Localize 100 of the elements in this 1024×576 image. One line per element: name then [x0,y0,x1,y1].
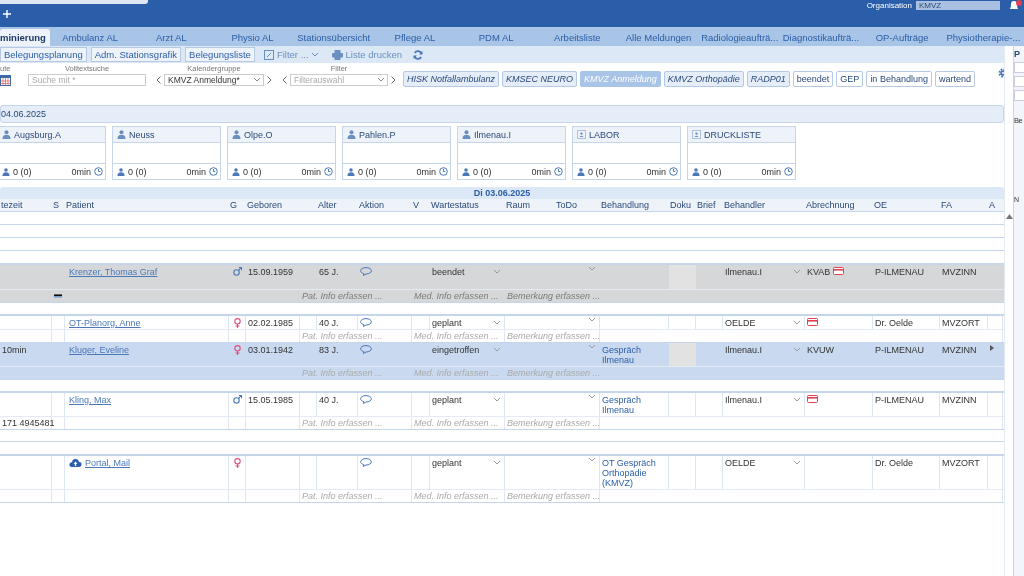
chat-icon[interactable] [360,345,372,354]
practitioner-dropdown[interactable]: OELDE [725,458,802,468]
toolbar-button[interactable]: Belegungsliste [185,47,255,62]
column-header[interactable]: Behandlung [600,200,669,210]
tab[interactable]: Radiologieaufträ... [699,29,781,46]
column-header[interactable]: Wartestatus [430,200,505,210]
patient-row[interactable]: Portal, Mail geplant OT Gespräch Orthopädie (KMVZ) OELDE Dr. Oelde MVZORT Pat. Info erfassen ... Med. Info erfassen ... Bemerkung erfassen ... [0,455,1004,503]
column-header[interactable]: tezeit [0,200,52,210]
practitioner-dropdown[interactable]: Ilmenau.I [725,345,802,355]
tab[interactable]: Stationsübersicht [293,29,375,46]
tab[interactable]: Alle Meldungen [617,29,700,46]
resource-name: Augsburg.A [14,129,62,140]
age-text: 40 J. [319,318,339,328]
filter-tag[interactable]: KMVZ Orthopädie [663,71,744,87]
column-header[interactable]: Doku [669,200,696,210]
unit-text: P-ILMENAU [875,267,924,277]
patient-row[interactable]: 10min Kluger, Eveline 03.01.1942 83 J. eingetroffen Gespräch Ilmenau Ilmenau.I KVUW P-ILMENAU MVZINN Pat. Info erfassen ... Med. Info erfassen ... Bemerkung erfassen ... [0,342,1004,380]
practitioner-dropdown[interactable]: Ilmenau.I [725,395,802,405]
patient-row[interactable]: OT-Planorg, Anne 02.02.1985 40 J. geplant OELDE Dr. Oelde MVZORT Pat. Info erfassen ... Med. Info erfassen ... Bemerkung erfassen ... [0,315,1004,343]
tab[interactable]: Diagnostikaufträ... [780,29,862,46]
column-header[interactable]: G [229,200,246,210]
wait-status-dropdown[interactable]: eingetroffen [432,345,502,355]
column-header[interactable]: FA [940,200,988,210]
tab[interactable]: Physiotherapie-... [942,29,1024,46]
column-header[interactable]: V [412,200,430,210]
previous-icon[interactable] [282,76,287,84]
resource-card[interactable]: LABOR 0 (0) 0min [572,126,681,180]
practitioner-dropdown[interactable]: Ilmenau.I [725,267,802,277]
patient-name-link[interactable]: OT-Planorg, Anne [69,318,141,328]
resource-card[interactable]: Olpe.O 0 (0) 0min [227,126,336,180]
filter-tag[interactable]: in Behandlung [866,71,932,87]
column-header[interactable]: Abrechnung [805,200,873,210]
column-header[interactable]: Geboren [246,200,317,210]
treatment-link[interactable]: Gespräch Ilmenau [602,345,666,365]
column-header[interactable]: Raum [505,200,555,210]
chat-icon[interactable] [360,395,372,404]
column-header[interactable]: S [52,200,65,210]
column-header[interactable]: Alter [317,200,358,210]
tab[interactable]: Arbeitsliste [536,29,618,46]
wait-status-dropdown[interactable]: geplant [432,318,502,328]
chat-icon[interactable] [360,458,372,467]
tab[interactable]: Physio AL [211,29,294,46]
filter-tag[interactable]: HISK Notfallambulanz [403,71,500,87]
tab[interactable]: Arzt AL [130,29,212,46]
bell-icon[interactable] [1008,0,1022,10]
appointment-count: 0 (0) [703,166,722,177]
resource-card[interactable]: Pahlen.P 0 (0) 0min [342,126,451,180]
panel-field[interactable] [1014,62,1024,73]
chat-icon[interactable] [360,318,372,327]
patient-name-link[interactable]: Portal, Mail [85,458,130,468]
filter-tag[interactable]: GEP [836,71,864,87]
chat-icon[interactable] [360,267,372,276]
wait-status-dropdown[interactable]: geplant [432,458,502,468]
resource-card[interactable]: DRUCKLISTE 0 (0) 0min [687,126,796,180]
column-header[interactable]: OE [873,200,940,210]
panel-field[interactable] [1014,90,1024,101]
column-header[interactable]: Brief [696,200,723,210]
column-header[interactable]: Behandler [723,200,805,210]
column-header[interactable]: Aktion [358,200,412,210]
panel-field[interactable] [1014,76,1024,87]
column-header[interactable]: A [988,200,1003,210]
resource-card[interactable]: Ilmenau.I 0 (0) 0min [457,126,566,180]
next-icon[interactable] [391,76,396,84]
patient-row[interactable]: Krenzer, Thomas Graf 15.09.1959 65 J. beendet Ilmenau.I KVAB P-ILMENAU MVZINN Pat. Info erfassen ... Med. Info erfassen ... Bemerkung erfassen ... [0,264,1004,303]
organisation-select[interactable]: KMVZ [916,0,1000,10]
expand-arrow-icon[interactable] [990,345,994,351]
filter-tag[interactable]: RADP01 [746,71,790,87]
tab[interactable]: minierung [0,29,50,46]
search-field[interactable] [0,0,148,4]
add-icon[interactable] [3,10,11,18]
filter-tag[interactable]: KMSEC NEURO [502,71,578,87]
column-header[interactable]: Patient [65,200,229,210]
tab[interactable]: PDM AL [455,29,537,46]
organisation-label: Organisation [866,0,912,10]
tab[interactable]: Ambulanz AL [49,29,131,46]
scroll-up-icon[interactable] [1006,214,1013,219]
filter-tag[interactable]: beendet [792,71,834,87]
patient-row[interactable]: Kling, Max 15.05.1985 40 J. geplant Gespräch Ilmenau Ilmenau.I P-ILMENAU MVZINN 171 4945481 Pat. Info erfassen ... Med. Info erfassen ... Bemerkung erfassen ... [0,392,1004,430]
tab[interactable]: Pflege AL [374,29,456,46]
resource-card[interactable]: Augsburg.A 0 (0) 0min [0,126,106,180]
resource-card[interactable]: Neuss 0 (0) 0min [112,126,221,180]
patient-name-link[interactable]: Kling, Max [69,395,112,405]
toolbar-button[interactable]: Adm. Stationsgrafik [90,47,182,62]
refresh-icon[interactable] [413,49,424,60]
tab[interactable]: OP-Aufträge [861,29,943,46]
toolbar-button[interactable]: Belegungsplanung [0,47,87,62]
treatment-link[interactable]: Gespräch Ilmenau [602,395,666,415]
column-header[interactable]: ToDo [555,200,600,210]
next-icon[interactable] [267,76,272,84]
treatment-link[interactable]: OT Gespräch Orthopädie (KMVZ) [602,458,666,488]
wait-status-dropdown[interactable]: beendet [432,267,502,277]
practitioner-dropdown[interactable]: OELDE [725,318,802,328]
search-field[interactable]: Suche mit * [28,74,146,86]
appointment-count: 0 (0) [588,166,607,177]
previous-icon[interactable] [156,76,161,84]
clock-icon [669,167,678,176]
calendar-group-select[interactable]: KMVZ Anmeldung* [164,74,264,86]
filter-tag[interactable]: wartend [934,71,975,87]
calendar-icon[interactable] [0,74,11,86]
wait-status-dropdown[interactable]: geplant [432,395,502,405]
